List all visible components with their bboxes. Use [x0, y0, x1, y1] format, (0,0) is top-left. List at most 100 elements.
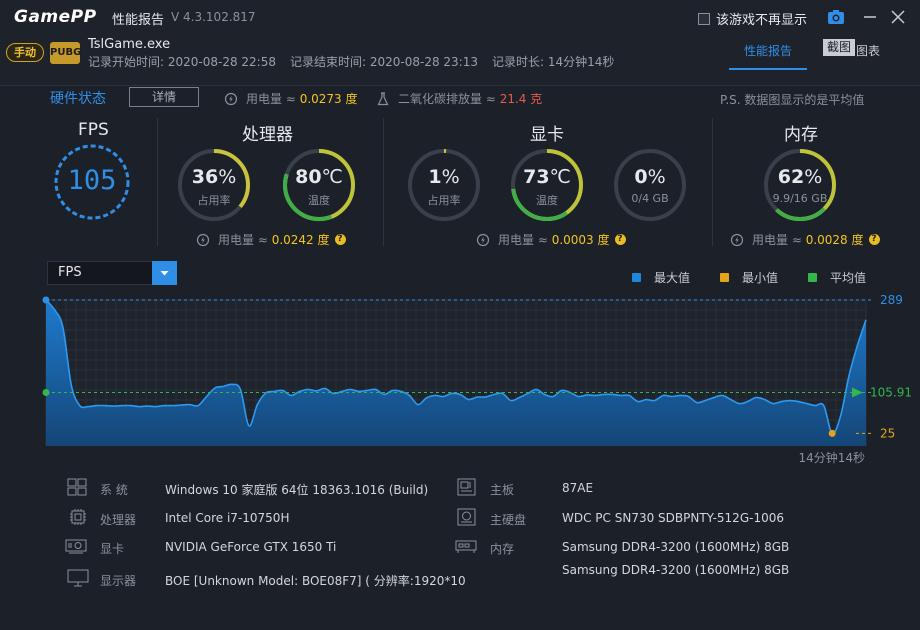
gpu-temp-value: 73 [523, 166, 550, 188]
fps-chart: 289 105.91 25 14分钟14秒 [42, 293, 912, 465]
min-point [828, 429, 836, 437]
minimize-icon[interactable] [861, 8, 879, 26]
co2-prefix: 二氧化碳排放量 ≈ [398, 92, 496, 106]
hardware-status-title: 硬件状态 [50, 91, 106, 107]
power-icon [196, 233, 210, 246]
help-icon[interactable]: ? [334, 234, 346, 245]
cpu-info-value: Intel Core i7-10750H [165, 511, 290, 525]
hard-disk-icon [457, 508, 476, 526]
cpu-usage-value: 36 [191, 166, 219, 188]
camera-icon[interactable] [827, 8, 845, 26]
gpu-power-prefix: 用电量 ≈ [498, 233, 548, 247]
gpu-icon [65, 539, 87, 554]
gpu-vram-gauge: 0% 0/4 GB [611, 146, 689, 224]
cpu-power-value: 0.0242 度 [271, 233, 330, 247]
motherboard-icon [457, 478, 476, 496]
power-icon [730, 233, 744, 246]
cpu-usage-gauge: 36% 占用率 [175, 146, 253, 224]
gpu-info-value: NVIDIA GeForce GTX 1650 Ti [165, 540, 337, 554]
avg-point [42, 388, 50, 396]
data-note: P.S. 数据图显示的是平均值 [720, 93, 865, 107]
co2-value: 21.4 克 [499, 92, 543, 106]
tab-performance-report[interactable]: 性能报告 [744, 42, 792, 59]
session-header: 手动 PUBG TslGame.exe 记录开始时间: 2020-08-28 2… [0, 34, 920, 86]
tab-chart[interactable]: 图表 [856, 42, 880, 59]
ram-icon [455, 540, 477, 553]
gpu-vram-label: 0/4 GB [631, 192, 669, 205]
memory-power-prefix: 用电量 ≈ [752, 233, 802, 247]
cpu-info-label: 处理器 [100, 513, 137, 527]
cpu-power: 用电量 ≈ 0.0242 度 ? [196, 231, 346, 248]
max-point [42, 296, 50, 304]
record-end-time: 记录结束时间: 2020-08-28 23:13 [290, 55, 478, 69]
memory-usage-label: 9.9/16 GB [772, 192, 828, 205]
gpu-usage-label: 占用率 [427, 194, 461, 207]
board-info-value: 87AE [562, 481, 594, 495]
game-icon: PUBG [50, 42, 81, 64]
divider [157, 118, 158, 246]
gpu-vram-value: 0 [634, 166, 648, 188]
os-label: 系 统 [100, 483, 128, 497]
cpu-title: 处理器 [242, 125, 293, 145]
help-icon[interactable]: ? [614, 234, 626, 245]
record-duration: 记录时长: 14分钟14秒 [492, 55, 615, 69]
gpu-power-value: 0.0003 度 [551, 233, 610, 247]
ram-info-label: 内存 [490, 542, 515, 556]
ram-info-value-1: Samsung DDR4-3200 (1600MHz) 8GB [562, 540, 790, 554]
cpu-temp-value: 80 [295, 166, 322, 188]
duration-label: 14分钟14秒 [798, 450, 865, 465]
os-value: Windows 10 家庭版 64位 18363.1016 (Build) [165, 483, 429, 497]
gpu-power: 用电量 ≈ 0.0003 度 ? [476, 231, 626, 248]
detail-button[interactable]: 详情 [129, 87, 199, 107]
memory-usage-value: 62 [777, 166, 805, 188]
divider [383, 118, 384, 246]
gpu-info-label: 显卡 [100, 542, 125, 556]
active-tab-indicator [729, 68, 807, 70]
monitor-icon [67, 569, 89, 587]
disk-info-value: WDC PC SN730 SDBPNTY-512G-1006 [562, 511, 784, 525]
co2-emission: 二氧化碳排放量 ≈ 21.4 克 [376, 90, 542, 107]
min-value-label: 25 [880, 426, 895, 440]
app-version: V 4.3.102.817 [171, 10, 256, 24]
memory-title: 内存 [784, 125, 818, 145]
memory-power-value: 0.0028 度 [805, 233, 864, 247]
power-icon [224, 92, 238, 105]
cpu-usage-label: 占用率 [197, 194, 231, 207]
gpu-temp-label: 温度 [536, 194, 558, 207]
power-icon [476, 233, 490, 246]
cpu-power-prefix: 用电量 ≈ [218, 233, 268, 247]
no-more-checkbox[interactable]: 该游戏不再显示 [698, 9, 807, 28]
fps-title: FPS [78, 120, 109, 140]
memory-usage-gauge: 62% 9.9/16 GB [761, 146, 839, 224]
max-value-label: 289 [880, 293, 903, 307]
ram-info-value-2: Samsung DDR4-3200 (1600MHz) 8GB [562, 563, 790, 577]
gpu-usage-value: 1 [428, 166, 442, 188]
cpu-temp-gauge: 80℃ 温度 [280, 146, 358, 224]
close-icon[interactable] [889, 8, 907, 26]
avg-value-label: 105.91 [870, 385, 912, 399]
no-more-label: 该游戏不再显示 [716, 13, 808, 28]
memory-power: 用电量 ≈ 0.0028 度 ? [730, 231, 880, 248]
cpu-temp-label: 温度 [308, 194, 330, 207]
total-power: 用电量 ≈ 0.0273 度 [224, 90, 358, 107]
app-logo: GamePP [14, 7, 97, 27]
flask-icon [377, 91, 389, 105]
tab-screenshot[interactable]: 截图 [823, 39, 855, 56]
window-title: 性能报告 [112, 13, 165, 28]
cpu-temp-unit: ℃ [321, 166, 343, 188]
record-start-time: 记录开始时间: 2020-08-28 22:58 [88, 55, 276, 69]
total-power-prefix: 用电量 ≈ [246, 92, 296, 106]
cpu-usage-unit: % [218, 166, 237, 188]
windows-icon [67, 478, 87, 496]
hardware-status-row: 硬件状态 详情 用电量 ≈ 0.0273 度 二氧化碳排放量 ≈ 21.4 克 … [0, 87, 920, 110]
memory-usage-unit: % [804, 166, 823, 188]
gpu-temp-unit: ℃ [549, 166, 571, 188]
monitor-info-value: BOE [Unknown Model: BOE08F7] ( 分辨率:1920*… [165, 574, 466, 588]
mode-badge: 手动 [6, 43, 44, 62]
checkbox-box[interactable] [698, 12, 710, 25]
help-icon[interactable]: ? [868, 234, 880, 245]
cpu-icon [70, 509, 86, 525]
fps-gauge: 105 [53, 143, 131, 221]
gpu-title: 显卡 [530, 125, 564, 145]
divider [712, 118, 713, 246]
